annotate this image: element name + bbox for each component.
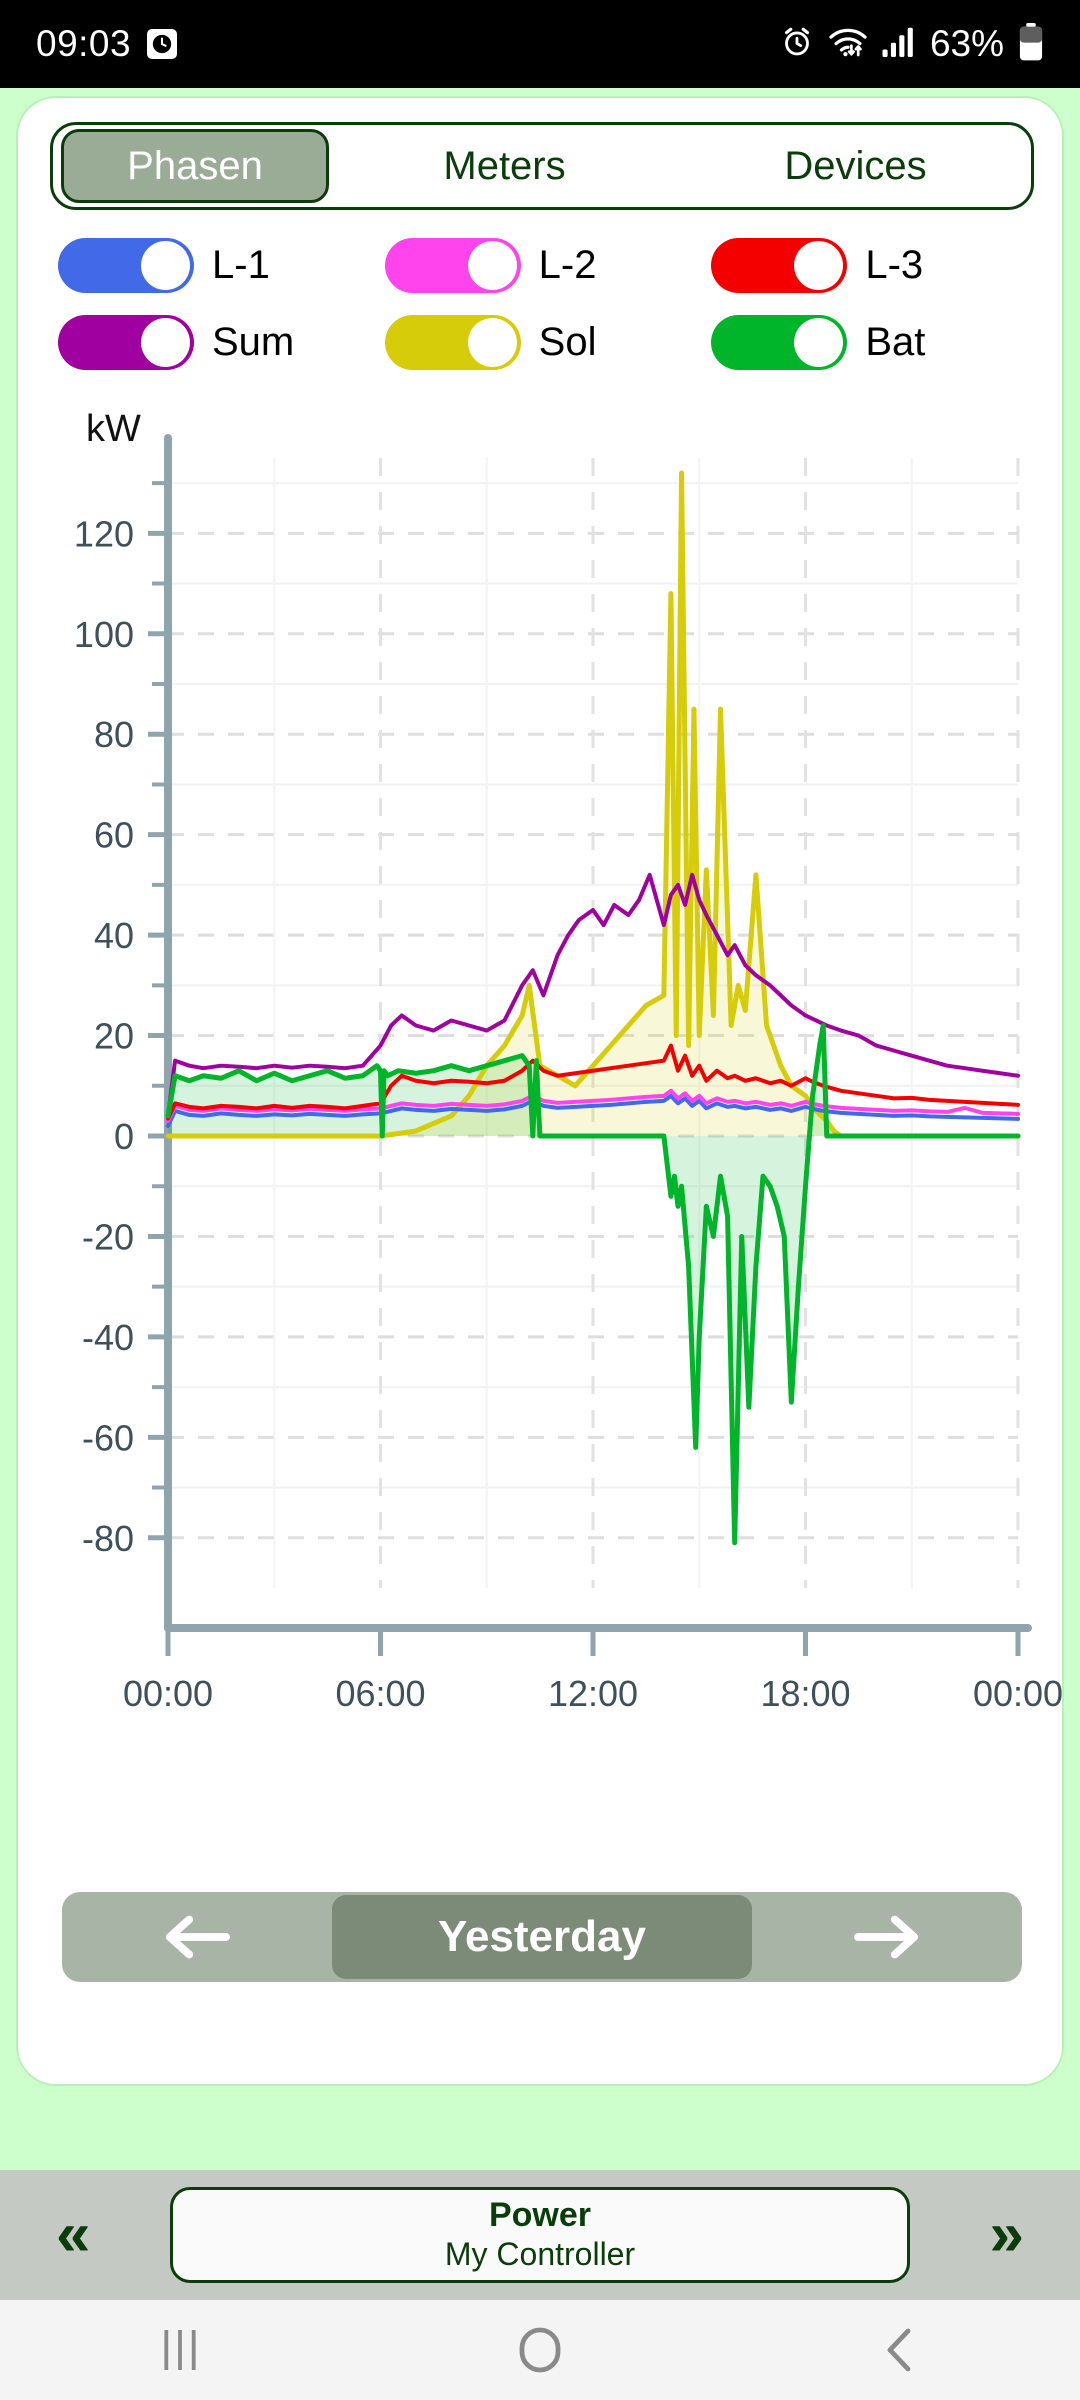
tab-bar: Phasen Meters Devices: [50, 122, 1034, 210]
battery-icon: [1018, 22, 1044, 66]
svg-text:06:00: 06:00: [335, 1673, 425, 1714]
tab-devices[interactable]: Devices: [680, 129, 1031, 203]
double-chevron-right-icon[interactable]: »: [990, 2204, 1024, 2266]
toggle-knob: [467, 318, 517, 367]
svg-text:-40: -40: [82, 1317, 134, 1358]
arrow-right-icon: [853, 1915, 919, 1959]
android-nav-bar: [0, 2300, 1080, 2400]
svg-text:00:00: 00:00: [973, 1673, 1063, 1714]
svg-text:80: 80: [94, 714, 134, 755]
svg-text:20: 20: [94, 1016, 134, 1057]
svg-text:12:00: 12:00: [548, 1673, 638, 1714]
toggle-label-l1: L-1: [212, 243, 270, 287]
toggle-label-l2: L-2: [538, 243, 597, 287]
series-toggle-group: L-1 L-2 L-3 Sum Sol Bat: [58, 238, 1038, 370]
main-card: Phasen Meters Devices L-1 L-2 L-3 Sum So…: [16, 96, 1064, 2086]
toggle-knob: [141, 318, 190, 367]
toggle-label-sum: Sum: [212, 320, 295, 364]
status-bar-left: 09:03: [36, 23, 178, 65]
toggle-knob: [794, 241, 844, 290]
svg-text:40: 40: [94, 915, 134, 956]
toggle-label-bat: Bat: [865, 320, 926, 364]
next-day-button[interactable]: [752, 1892, 1022, 1982]
toggle-knob: [467, 241, 517, 290]
tab-meters[interactable]: Meters: [329, 129, 680, 203]
toggle-item-l1[interactable]: L-1: [58, 238, 385, 293]
toggle-label-sol: Sol: [538, 320, 597, 364]
toggle-switch-sum[interactable]: [58, 315, 194, 370]
day-label[interactable]: Yesterday: [332, 1895, 752, 1979]
chart-svg[interactable]: 120 100 80 60 40 20 0 -20 -40 -60 -80 00:00 06:00 12:…: [18, 398, 1064, 1768]
svg-text:00:00: 00:00: [123, 1673, 213, 1714]
toggle-item-bat[interactable]: Bat: [711, 315, 1038, 370]
svg-text:-20: -20: [82, 1216, 134, 1257]
toggle-item-sum[interactable]: Sum: [58, 315, 385, 370]
screenshot-icon: [147, 29, 178, 59]
arrow-left-icon: [165, 1915, 231, 1959]
svg-text:120: 120: [74, 513, 134, 554]
svg-text:0: 0: [114, 1116, 134, 1157]
signal-icon: [882, 27, 916, 62]
toggle-item-sol[interactable]: Sol: [384, 315, 712, 370]
controller-subtitle: My Controller: [444, 2235, 636, 2272]
status-clock: 09:03: [36, 23, 132, 64]
status-bar: 09:03 63%: [0, 0, 1080, 88]
controller-title: Power: [488, 2196, 592, 2235]
alarm-icon: [780, 25, 814, 64]
controller-selector[interactable]: Power My Controller: [170, 2187, 910, 2283]
toggle-knob: [794, 318, 844, 367]
toggle-knob: [141, 241, 190, 290]
prev-day-button[interactable]: [62, 1892, 332, 1982]
svg-text:-60: -60: [82, 1417, 134, 1458]
toggle-item-l3[interactable]: L-3: [711, 238, 1038, 293]
back-icon[interactable]: [840, 2300, 960, 2400]
svg-text:100: 100: [74, 614, 134, 655]
battery-percent-label: 63%: [929, 23, 1004, 64]
double-chevron-left-icon[interactable]: «: [56, 2204, 90, 2266]
svg-text:60: 60: [94, 815, 134, 856]
tab-phasen[interactable]: Phasen: [61, 129, 329, 203]
app-background: Phasen Meters Devices L-1 L-2 L-3 Sum So…: [0, 88, 1080, 2170]
svg-text:-80: -80: [82, 1518, 134, 1559]
controller-bar: « Power My Controller »: [0, 2170, 1080, 2300]
toggle-switch-l1[interactable]: [58, 238, 194, 293]
toggle-item-l2[interactable]: L-2: [384, 238, 712, 293]
toggle-switch-l2[interactable]: [384, 238, 521, 293]
toggle-switch-sol[interactable]: [384, 315, 521, 370]
recents-icon[interactable]: [120, 2300, 240, 2400]
toggle-label-l3: L-3: [865, 243, 924, 287]
home-icon[interactable]: [480, 2300, 600, 2400]
power-chart[interactable]: kW 120 100 80 60 40 20 0 -20 -40 -60 -80 00:00 06:00…: [18, 398, 1064, 1768]
toggle-switch-l3[interactable]: [711, 238, 848, 293]
wifi-icon: [828, 25, 868, 64]
svg-text:18:00: 18:00: [760, 1673, 850, 1714]
status-bar-right: 63%: [780, 22, 1044, 66]
day-navigator: Yesterday: [62, 1892, 1022, 1982]
toggle-switch-bat[interactable]: [711, 315, 848, 370]
